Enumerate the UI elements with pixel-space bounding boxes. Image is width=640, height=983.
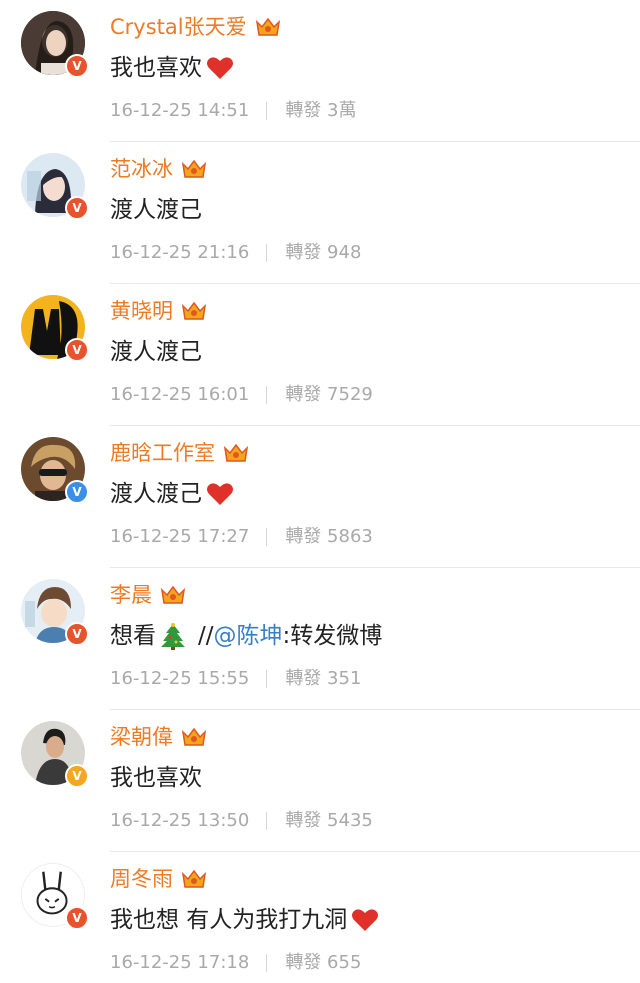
comment-meta: 16-12-25 15:55 轉發 351 xyxy=(110,664,361,694)
comment-row: V 范冰冰 渡人渡己 16-12-25 21:16 轉發 948 xyxy=(0,142,640,284)
repost-separator: // xyxy=(198,623,214,649)
comment-row: V 李晨 想看 //@陈坤:转发微博 16-12-25 15:55 轉發 351 xyxy=(0,568,640,710)
timestamp: 16-12-25 17:27 xyxy=(110,526,250,547)
comment-text: 渡人渡己 xyxy=(110,197,202,223)
repost-label[interactable]: 轉發 xyxy=(285,238,321,268)
avatar[interactable]: V xyxy=(21,11,89,78)
divider xyxy=(266,670,268,688)
avatar[interactable]: V xyxy=(21,579,89,646)
repost-count: 948 xyxy=(327,242,362,263)
vip-crown-icon xyxy=(181,727,207,746)
heart-emoji-icon xyxy=(206,55,234,81)
comment-meta: 16-12-25 17:18 轉發 655 xyxy=(110,948,361,978)
vip-crown-icon xyxy=(181,869,207,888)
timestamp: 16-12-25 15:55 xyxy=(110,668,250,689)
heart-emoji-icon xyxy=(351,907,379,933)
comment-meta: 16-12-25 16:01 轉發 7529 xyxy=(110,380,373,410)
username[interactable]: 鹿晗工作室 xyxy=(110,438,215,468)
divider xyxy=(266,102,268,120)
divider xyxy=(266,812,268,830)
verified-badge-icon: V xyxy=(65,906,89,930)
username[interactable]: 黄晓明 xyxy=(110,296,173,326)
repost-label[interactable]: 轉發 xyxy=(285,806,321,836)
username[interactable]: 范冰冰 xyxy=(110,154,173,184)
username[interactable]: Crystal张天爱 xyxy=(110,12,247,42)
timestamp: 16-12-25 14:51 xyxy=(110,100,250,121)
comment-row: V 黄晓明 渡人渡己 16-12-25 16:01 轉發 7529 xyxy=(0,284,640,426)
christmas-tree-emoji-icon xyxy=(160,622,186,650)
divider xyxy=(266,528,268,546)
comment-meta: 16-12-25 21:16 轉發 948 xyxy=(110,238,361,268)
divider xyxy=(266,244,268,262)
comment-row: V 周冬雨 我也想 有人为我打九洞 16-12-25 17:18 轉發 655 xyxy=(0,852,640,983)
avatar[interactable]: V xyxy=(21,721,89,788)
heart-emoji-icon xyxy=(206,481,234,507)
comment-text: 我也喜欢 xyxy=(110,50,234,86)
mention-link[interactable]: @陈坤 xyxy=(214,618,283,654)
comment-text-tail: :转发微博 xyxy=(282,623,383,649)
repost-count: 351 xyxy=(327,668,362,689)
timestamp: 16-12-25 17:18 xyxy=(110,952,250,973)
username[interactable]: 周冬雨 xyxy=(110,864,173,894)
comment-meta: 16-12-25 17:27 轉發 5863 xyxy=(110,522,373,552)
comment-text: 我也喜欢 xyxy=(110,765,202,791)
repost-label[interactable]: 轉發 xyxy=(285,664,321,694)
repost-label[interactable]: 轉發 xyxy=(285,380,321,410)
verified-badge-icon: V xyxy=(65,54,89,78)
repost-count: 3萬 xyxy=(327,100,357,121)
comment-text: 我也想 有人为我打九洞 xyxy=(110,902,379,938)
username[interactable]: 李晨 xyxy=(110,580,152,610)
vip-crown-icon xyxy=(181,159,207,178)
comment-row: V 梁朝偉 我也喜欢 16-12-25 13:50 轉發 5435 xyxy=(0,710,640,852)
vip-crown-icon xyxy=(255,17,280,36)
repost-count: 5863 xyxy=(327,526,373,547)
repost-count: 5435 xyxy=(327,810,373,831)
comment-text: 渡人渡己 xyxy=(110,339,202,365)
divider xyxy=(266,386,268,404)
comment-row: V 鹿晗工作室 渡人渡己 16-12-25 17:27 轉發 5863 xyxy=(0,426,640,568)
vip-crown-icon xyxy=(181,301,207,320)
repost-label[interactable]: 轉發 xyxy=(285,522,321,552)
comment-row: V Crystal张天爱 我也喜欢 16-12-25 14:51 轉發 3萬 xyxy=(0,0,640,142)
avatar[interactable]: V xyxy=(21,153,89,220)
repost-count: 655 xyxy=(327,952,362,973)
vip-crown-icon xyxy=(160,585,186,604)
verified-badge-icon: V xyxy=(65,480,89,504)
timestamp: 16-12-25 16:01 xyxy=(110,384,250,405)
vip-crown-icon xyxy=(223,443,249,462)
verified-badge-icon: V xyxy=(65,338,89,362)
verified-badge-icon: V xyxy=(65,622,89,646)
verified-badge-icon: V xyxy=(65,196,89,220)
comment-text: 渡人渡己 xyxy=(110,476,234,512)
comment-meta: 16-12-25 13:50 轉發 5435 xyxy=(110,806,373,836)
username[interactable]: 梁朝偉 xyxy=(110,722,173,752)
verified-badge-icon: V xyxy=(65,764,89,788)
comment-text: 想看 //@陈坤:转发微博 xyxy=(110,618,382,654)
avatar[interactable]: V xyxy=(21,863,89,930)
avatar[interactable]: V xyxy=(21,437,89,504)
divider xyxy=(266,954,268,972)
avatar[interactable]: V xyxy=(21,295,89,362)
repost-label[interactable]: 轉發 xyxy=(285,948,321,978)
timestamp: 16-12-25 13:50 xyxy=(110,810,250,831)
repost-label[interactable]: 轉發 xyxy=(285,96,321,126)
timestamp: 16-12-25 21:16 xyxy=(110,242,250,263)
comment-meta: 16-12-25 14:51 轉發 3萬 xyxy=(110,96,357,126)
repost-count: 7529 xyxy=(327,384,373,405)
